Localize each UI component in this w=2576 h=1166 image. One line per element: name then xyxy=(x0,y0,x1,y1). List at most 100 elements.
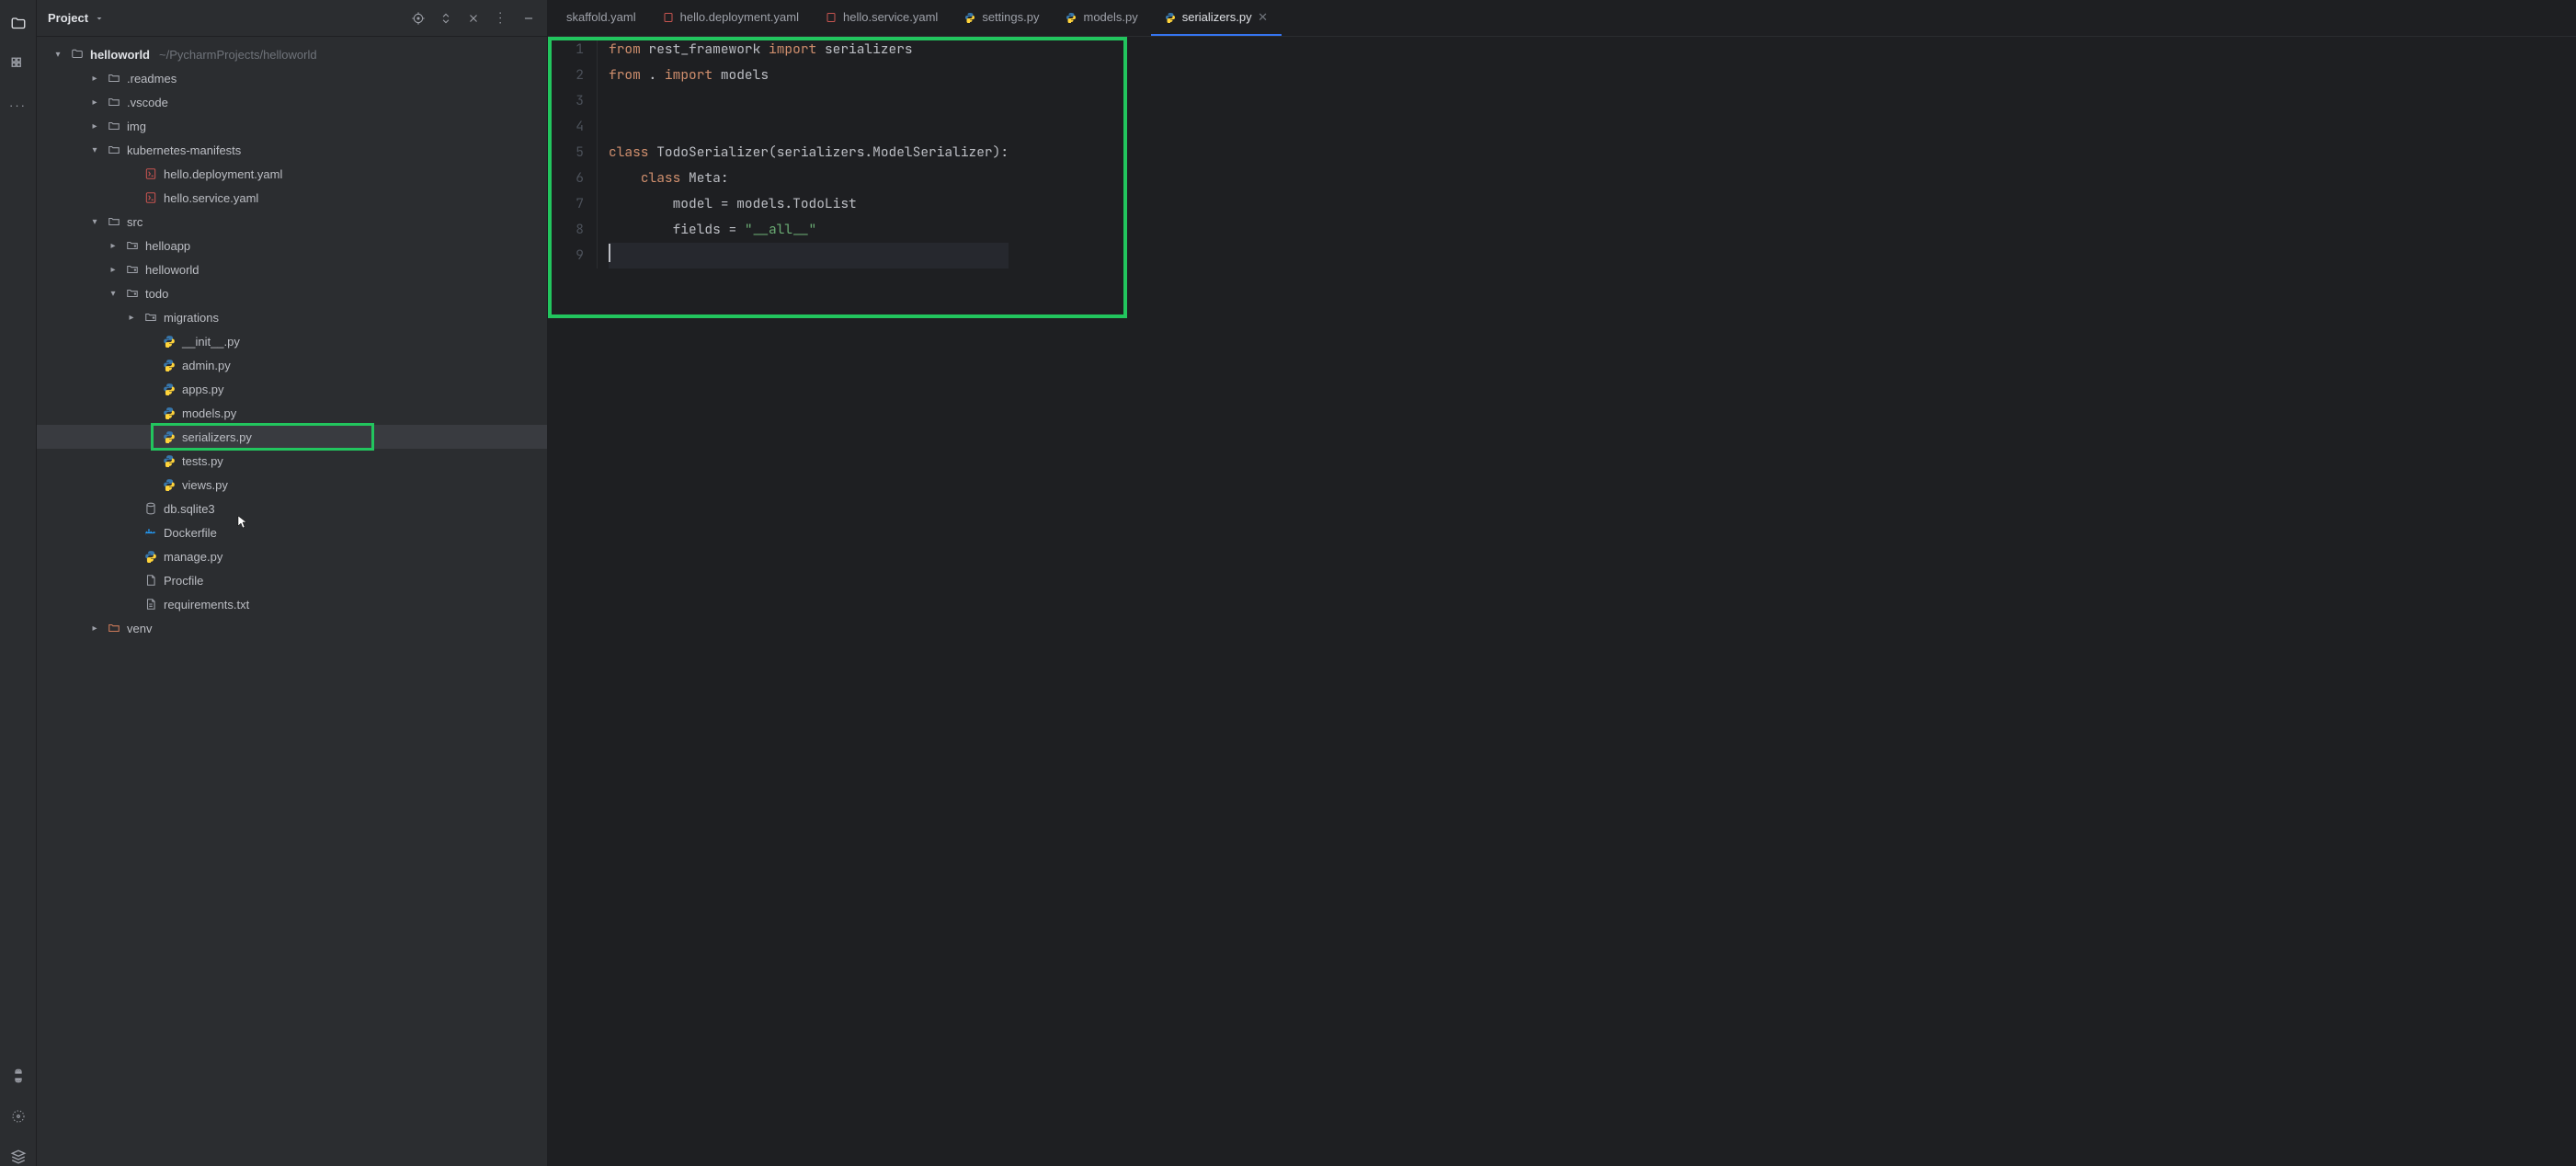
tree-item-todo[interactable]: ▾ todo xyxy=(37,281,547,305)
close-tab-icon[interactable]: ✕ xyxy=(1258,12,1269,23)
python-console-icon[interactable] xyxy=(9,1067,28,1085)
tree-item-hello-deployment[interactable]: hello.deployment.yaml xyxy=(37,162,547,186)
code-line: class TodoSerializer(serializers.ModelSe… xyxy=(609,140,1009,166)
chevron-right-icon[interactable]: ▸ xyxy=(107,239,120,252)
tab-label: skaffold.yaml xyxy=(566,10,636,24)
line-number: 8 xyxy=(548,217,584,243)
line-number: 5 xyxy=(548,140,584,166)
yaml-file-icon xyxy=(662,11,675,24)
tab-hello-deployment[interactable]: hello.deployment.yaml xyxy=(649,0,812,36)
text-caret xyxy=(609,244,610,262)
tree-item-procfile[interactable]: Procfile xyxy=(37,568,547,592)
tree-item-migrations[interactable]: ▸ migrations xyxy=(37,305,547,329)
tree-item-label: helloapp xyxy=(145,239,190,253)
code-editor[interactable]: 1 2 3 4 5 6 7 8 9 from rest_framework im… xyxy=(548,37,2576,1166)
tree-item-label: .vscode xyxy=(127,96,168,109)
tree-item-apps[interactable]: apps.py xyxy=(37,377,547,401)
tree-item-label: migrations xyxy=(164,311,219,325)
code-content[interactable]: from rest_framework import serializers f… xyxy=(598,37,1009,269)
chevron-right-icon[interactable]: ▸ xyxy=(88,96,101,109)
tab-label: hello.deployment.yaml xyxy=(680,10,799,24)
yaml-file-icon xyxy=(825,11,838,24)
chevron-right-icon[interactable]: ▸ xyxy=(88,622,101,634)
python-file-icon xyxy=(1164,11,1177,24)
project-name-label: helloworld xyxy=(90,48,150,62)
tree-item-label: venv xyxy=(127,622,152,635)
library-folder-icon xyxy=(107,621,121,635)
close-panel-icon[interactable] xyxy=(466,11,481,26)
python-file-icon xyxy=(162,334,177,349)
tree-item-helloworld-pkg[interactable]: ▸ helloworld xyxy=(37,257,547,281)
more-options-icon[interactable]: ··· xyxy=(494,11,508,26)
tree-item-src[interactable]: ▾src xyxy=(37,210,547,234)
tab-serializers[interactable]: serializers.py✕ xyxy=(1151,0,1282,36)
package-folder-icon xyxy=(125,286,140,301)
chevron-right-icon[interactable]: ▸ xyxy=(88,120,101,132)
tab-hello-service[interactable]: hello.service.yaml xyxy=(812,0,951,36)
tree-item-label: __init__.py xyxy=(182,335,240,349)
line-number: 7 xyxy=(548,191,584,217)
tree-item-label: requirements.txt xyxy=(164,598,249,612)
tree-item-readmes[interactable]: ▸.readmes xyxy=(37,66,547,90)
chevron-down-icon[interactable]: ▾ xyxy=(107,287,120,300)
tree-item-helloapp[interactable]: ▸ helloapp xyxy=(37,234,547,257)
tree-item-tests[interactable]: tests.py xyxy=(37,449,547,473)
project-panel-header: Project ··· xyxy=(37,0,547,37)
yaml-file-icon xyxy=(143,166,158,181)
tree-item-img[interactable]: ▸img xyxy=(37,114,547,138)
project-view-icon[interactable] xyxy=(9,15,28,33)
project-tree[interactable]: ▾ helloworld ~/PycharmProjects/helloworl… xyxy=(37,37,547,1166)
code-line-current xyxy=(609,243,1009,269)
tree-item-label: todo xyxy=(145,287,168,301)
yaml-file-icon xyxy=(143,190,158,205)
chevron-right-icon[interactable]: ▸ xyxy=(107,263,120,276)
tree-item-label: helloworld xyxy=(145,263,199,277)
tree-item-hello-service[interactable]: hello.service.yaml xyxy=(37,186,547,210)
minimize-panel-icon[interactable] xyxy=(521,11,536,26)
tab-models[interactable]: models.py xyxy=(1052,0,1150,36)
tree-item-dockerfile[interactable]: Dockerfile xyxy=(37,520,547,544)
stack-icon[interactable] xyxy=(9,1148,28,1166)
line-number: 6 xyxy=(548,166,584,191)
tree-root[interactable]: ▾ helloworld ~/PycharmProjects/helloworl… xyxy=(37,42,547,66)
chevron-right-icon[interactable]: ▸ xyxy=(88,72,101,85)
structure-icon[interactable] xyxy=(9,55,28,74)
python-file-icon xyxy=(162,358,177,372)
tree-item-label: models.py xyxy=(182,406,236,420)
folder-icon xyxy=(107,214,121,229)
chevron-down-icon[interactable]: ▾ xyxy=(88,143,101,156)
tab-label: models.py xyxy=(1083,10,1137,24)
project-panel-title[interactable]: Project xyxy=(48,11,88,25)
line-number-gutter: 1 2 3 4 5 6 7 8 9 xyxy=(548,37,598,269)
tab-skaffold[interactable]: skaffold.yaml xyxy=(553,0,649,36)
services-icon[interactable] xyxy=(9,1107,28,1126)
tree-item-requirements[interactable]: requirements.txt xyxy=(37,592,547,616)
python-file-icon xyxy=(162,382,177,396)
tree-item-admin[interactable]: admin.py xyxy=(37,353,547,377)
tree-item-vscode[interactable]: ▸ .vscode xyxy=(37,90,547,114)
locate-icon[interactable] xyxy=(411,11,426,26)
tab-settings[interactable]: settings.py xyxy=(951,0,1052,36)
tree-item-k8s[interactable]: ▾ kubernetes-manifests xyxy=(37,138,547,162)
tree-item-label: kubernetes-manifests xyxy=(127,143,241,157)
tree-item-views[interactable]: views.py xyxy=(37,473,547,497)
expand-collapse-icon[interactable] xyxy=(439,11,453,26)
python-file-icon xyxy=(162,406,177,420)
chevron-right-icon[interactable]: ▸ xyxy=(125,311,138,324)
tree-item-init[interactable]: __init__.py xyxy=(37,329,547,353)
tree-item-db[interactable]: db.sqlite3 xyxy=(37,497,547,520)
tree-item-label: tests.py xyxy=(182,454,223,468)
chevron-down-icon[interactable]: ▾ xyxy=(88,215,101,228)
chevron-down-icon[interactable] xyxy=(94,13,105,24)
chevron-down-icon[interactable]: ▾ xyxy=(51,48,64,61)
tree-item-manage[interactable]: manage.py xyxy=(37,544,547,568)
tab-label: hello.service.yaml xyxy=(843,10,938,24)
editor-tab-bar: skaffold.yaml hello.deployment.yaml hell… xyxy=(548,0,2576,37)
python-file-icon xyxy=(143,549,158,564)
activity-bar: ··· xyxy=(0,0,37,1166)
tree-item-models[interactable]: models.py xyxy=(37,401,547,425)
tree-item-serializers[interactable]: serializers.py xyxy=(37,425,547,449)
more-icon[interactable]: ··· xyxy=(9,96,28,114)
tree-item-venv[interactable]: ▸ venv xyxy=(37,616,547,640)
tree-item-label: views.py xyxy=(182,478,228,492)
